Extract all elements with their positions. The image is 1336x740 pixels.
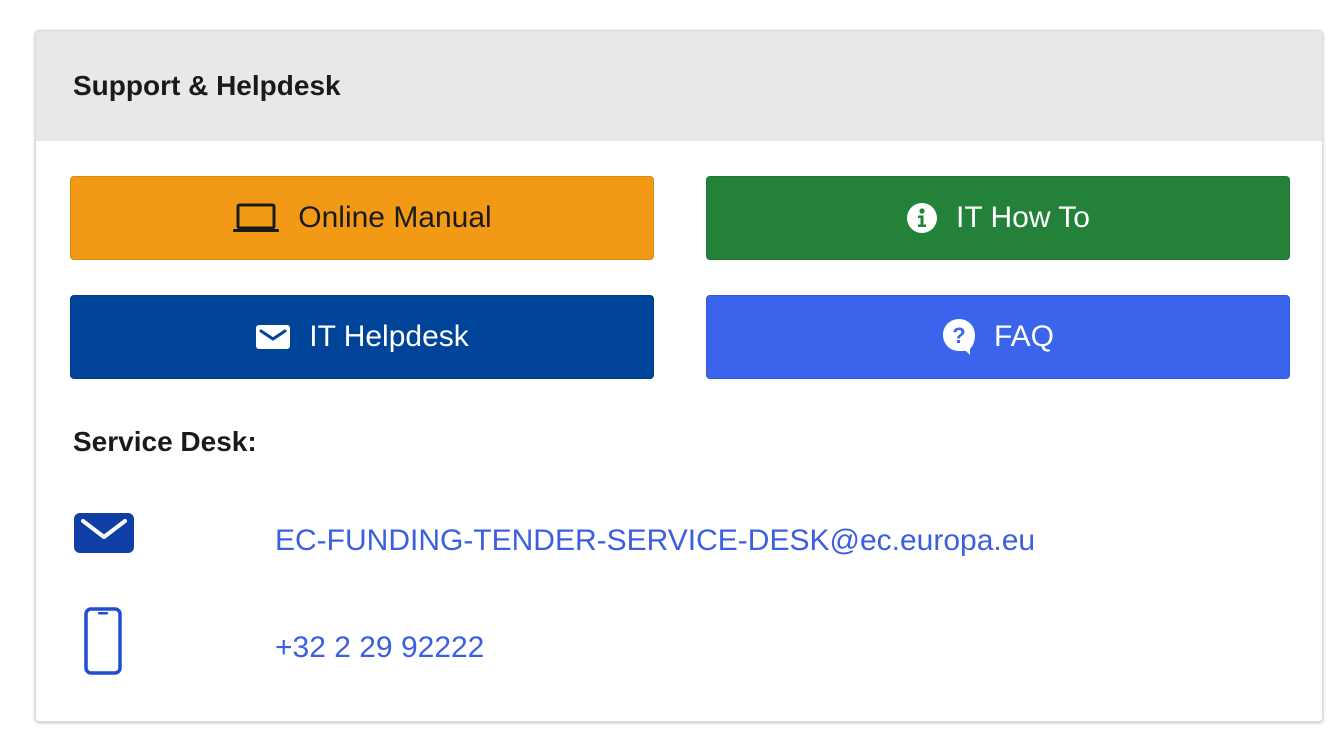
panel-header: Support & Helpdesk xyxy=(36,31,1322,141)
mobile-phone-icon xyxy=(83,606,123,681)
envelope-icon xyxy=(255,323,291,351)
service-desk-email-row: EC-FUNDING-TENDER-SERVICE-DESK@ec.europa… xyxy=(73,511,1273,581)
question-bubble-icon: ? xyxy=(942,318,976,356)
it-helpdesk-button[interactable]: IT Helpdesk xyxy=(70,295,654,379)
laptop-icon xyxy=(232,202,280,234)
online-manual-button[interactable]: Online Manual xyxy=(70,176,654,260)
svg-text:?: ? xyxy=(952,323,965,348)
online-manual-label: Online Manual xyxy=(298,201,492,234)
service-desk-phone-link[interactable]: +32 2 29 92222 xyxy=(275,631,484,665)
envelope-icon xyxy=(73,511,135,560)
panel-title: Support & Helpdesk xyxy=(73,70,341,101)
it-helpdesk-label: IT Helpdesk xyxy=(309,320,469,353)
service-desk-email-link[interactable]: EC-FUNDING-TENDER-SERVICE-DESK@ec.europa… xyxy=(275,524,1035,558)
faq-label: FAQ xyxy=(993,320,1054,353)
support-helpdesk-panel: Support & Helpdesk Online Manual IT How … xyxy=(35,30,1323,722)
service-desk-heading: Service Desk: xyxy=(73,426,257,457)
info-circle-icon xyxy=(906,202,938,234)
faq-button[interactable]: ? FAQ xyxy=(706,295,1290,379)
service-desk-phone-row: +32 2 29 92222 xyxy=(73,606,1273,676)
it-how-to-label: IT How To xyxy=(956,201,1090,234)
it-how-to-button[interactable]: IT How To xyxy=(706,176,1290,260)
